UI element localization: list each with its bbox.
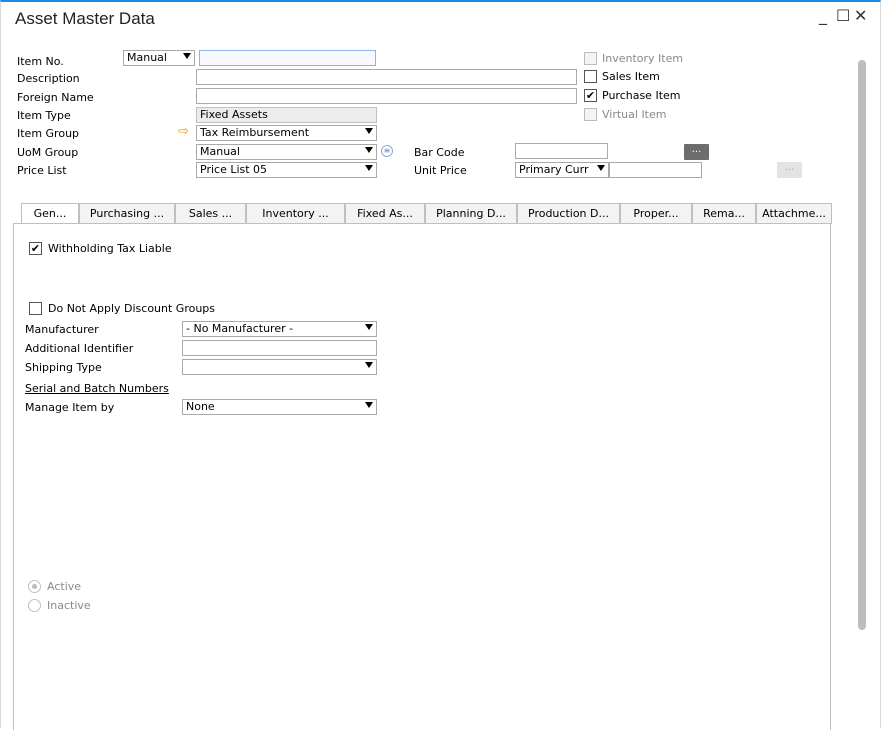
price-list-value: Price List 05: [200, 163, 268, 176]
active-radio[interactable]: [28, 580, 41, 593]
inactive-radio[interactable]: [28, 599, 41, 612]
chevron-down-icon: [365, 165, 373, 171]
close-button[interactable]: ✕: [854, 8, 867, 24]
inventory-item-checkbox[interactable]: [584, 52, 597, 65]
tab-inventory[interactable]: Inventory ...: [246, 203, 345, 224]
currency-dropdown[interactable]: Primary Curr: [515, 162, 609, 178]
item-no-input[interactable]: [199, 50, 376, 66]
tab-sales[interactable]: Sales ...: [175, 203, 246, 224]
item-no-label: Item No.: [17, 55, 64, 68]
description-input[interactable]: [196, 69, 577, 85]
foreign-name-label: Foreign Name: [17, 91, 94, 104]
shipping-type-label: Shipping Type: [25, 361, 102, 374]
description-label: Description: [17, 72, 80, 85]
chevron-down-icon: [597, 165, 605, 171]
tab-attachments[interactable]: Attachme...: [756, 203, 832, 224]
unit-price-label: Unit Price: [414, 164, 467, 177]
inventory-item-label: Inventory Item: [602, 52, 684, 65]
tab-fixed-assets[interactable]: Fixed As...: [345, 203, 425, 224]
bar-code-label: Bar Code: [414, 146, 465, 159]
inactive-label: Inactive: [47, 599, 91, 612]
asset-master-data-window: Asset Master Data _ ☐ ✕ Item No. Descrip…: [0, 0, 881, 730]
tab-purchasing[interactable]: Purchasing ...: [79, 203, 175, 224]
tab-remarks[interactable]: Rema...: [692, 203, 756, 224]
manufacturer-label: Manufacturer: [25, 323, 99, 336]
bar-code-more-button[interactable]: ...: [684, 144, 709, 160]
chevron-down-icon: [365, 324, 373, 330]
item-no-series-value: Manual: [127, 51, 167, 64]
item-no-series-dropdown[interactable]: Manual: [123, 50, 195, 66]
vertical-scrollbar[interactable]: [858, 60, 866, 630]
uom-group-dropdown[interactable]: Manual: [196, 144, 377, 160]
price-list-dropdown[interactable]: Price List 05: [196, 162, 377, 178]
chevron-down-icon: [183, 53, 191, 59]
manufacturer-dropdown[interactable]: - No Manufacturer -: [182, 321, 377, 337]
maximize-button[interactable]: ☐: [836, 8, 850, 24]
active-label: Active: [47, 580, 82, 593]
chevron-down-icon: [365, 362, 373, 368]
tab-production-data[interactable]: Production D...: [517, 203, 620, 224]
uom-group-label: UoM Group: [17, 146, 79, 159]
sales-item-checkbox[interactable]: [584, 70, 597, 83]
radio-selected-dot: [32, 584, 37, 589]
virtual-item-checkbox[interactable]: [584, 108, 597, 121]
no-discount-groups-checkbox[interactable]: [29, 302, 42, 315]
shipping-type-dropdown[interactable]: [182, 359, 377, 375]
withholding-tax-label: Withholding Tax Liable: [48, 242, 172, 255]
unit-price-input[interactable]: [609, 162, 702, 178]
additional-identifier-input[interactable]: [182, 340, 377, 356]
currency-value: Primary Curr: [519, 163, 589, 176]
chevron-down-icon: [365, 147, 373, 153]
general-tab-panel: [13, 223, 831, 730]
foreign-name-input[interactable]: [196, 88, 577, 104]
minimize-button[interactable]: _: [819, 8, 827, 24]
additional-identifier-label: Additional Identifier: [25, 342, 134, 355]
price-list-label: Price List: [17, 164, 67, 177]
item-group-label: Item Group: [17, 127, 80, 140]
window-title: Asset Master Data: [15, 9, 155, 28]
sales-item-label: Sales Item: [602, 70, 660, 83]
tab-properties[interactable]: Proper...: [620, 203, 692, 224]
virtual-item-label: Virtual Item: [602, 108, 667, 121]
link-arrow-icon[interactable]: ⇨: [178, 125, 189, 138]
serial-batch-heading: Serial and Batch Numbers: [25, 382, 169, 395]
uom-group-value: Manual: [200, 145, 240, 158]
manage-item-by-label: Manage Item by: [25, 401, 115, 414]
item-group-value: Tax Reimbursement: [200, 126, 310, 139]
withholding-tax-checkbox[interactable]: ✔: [29, 242, 42, 255]
item-group-dropdown[interactable]: Tax Reimbursement: [196, 125, 377, 141]
manage-item-by-dropdown[interactable]: None: [182, 399, 377, 415]
chevron-down-icon: [365, 402, 373, 408]
bar-code-input[interactable]: [515, 143, 608, 159]
no-discount-groups-label: Do Not Apply Discount Groups: [48, 302, 216, 315]
unit-price-more-button[interactable]: ...: [777, 162, 802, 178]
purchase-item-label: Purchase Item: [602, 89, 681, 102]
item-type-field: Fixed Assets: [196, 107, 377, 123]
tab-planning-data[interactable]: Planning D...: [425, 203, 517, 224]
chevron-down-icon: [365, 128, 373, 134]
manage-item-by-value: None: [186, 400, 215, 413]
manufacturer-value: - No Manufacturer -: [186, 322, 294, 335]
item-type-label: Item Type: [17, 109, 71, 122]
uom-info-icon[interactable]: ≡: [381, 145, 393, 157]
purchase-item-checkbox[interactable]: ✔: [584, 89, 597, 102]
